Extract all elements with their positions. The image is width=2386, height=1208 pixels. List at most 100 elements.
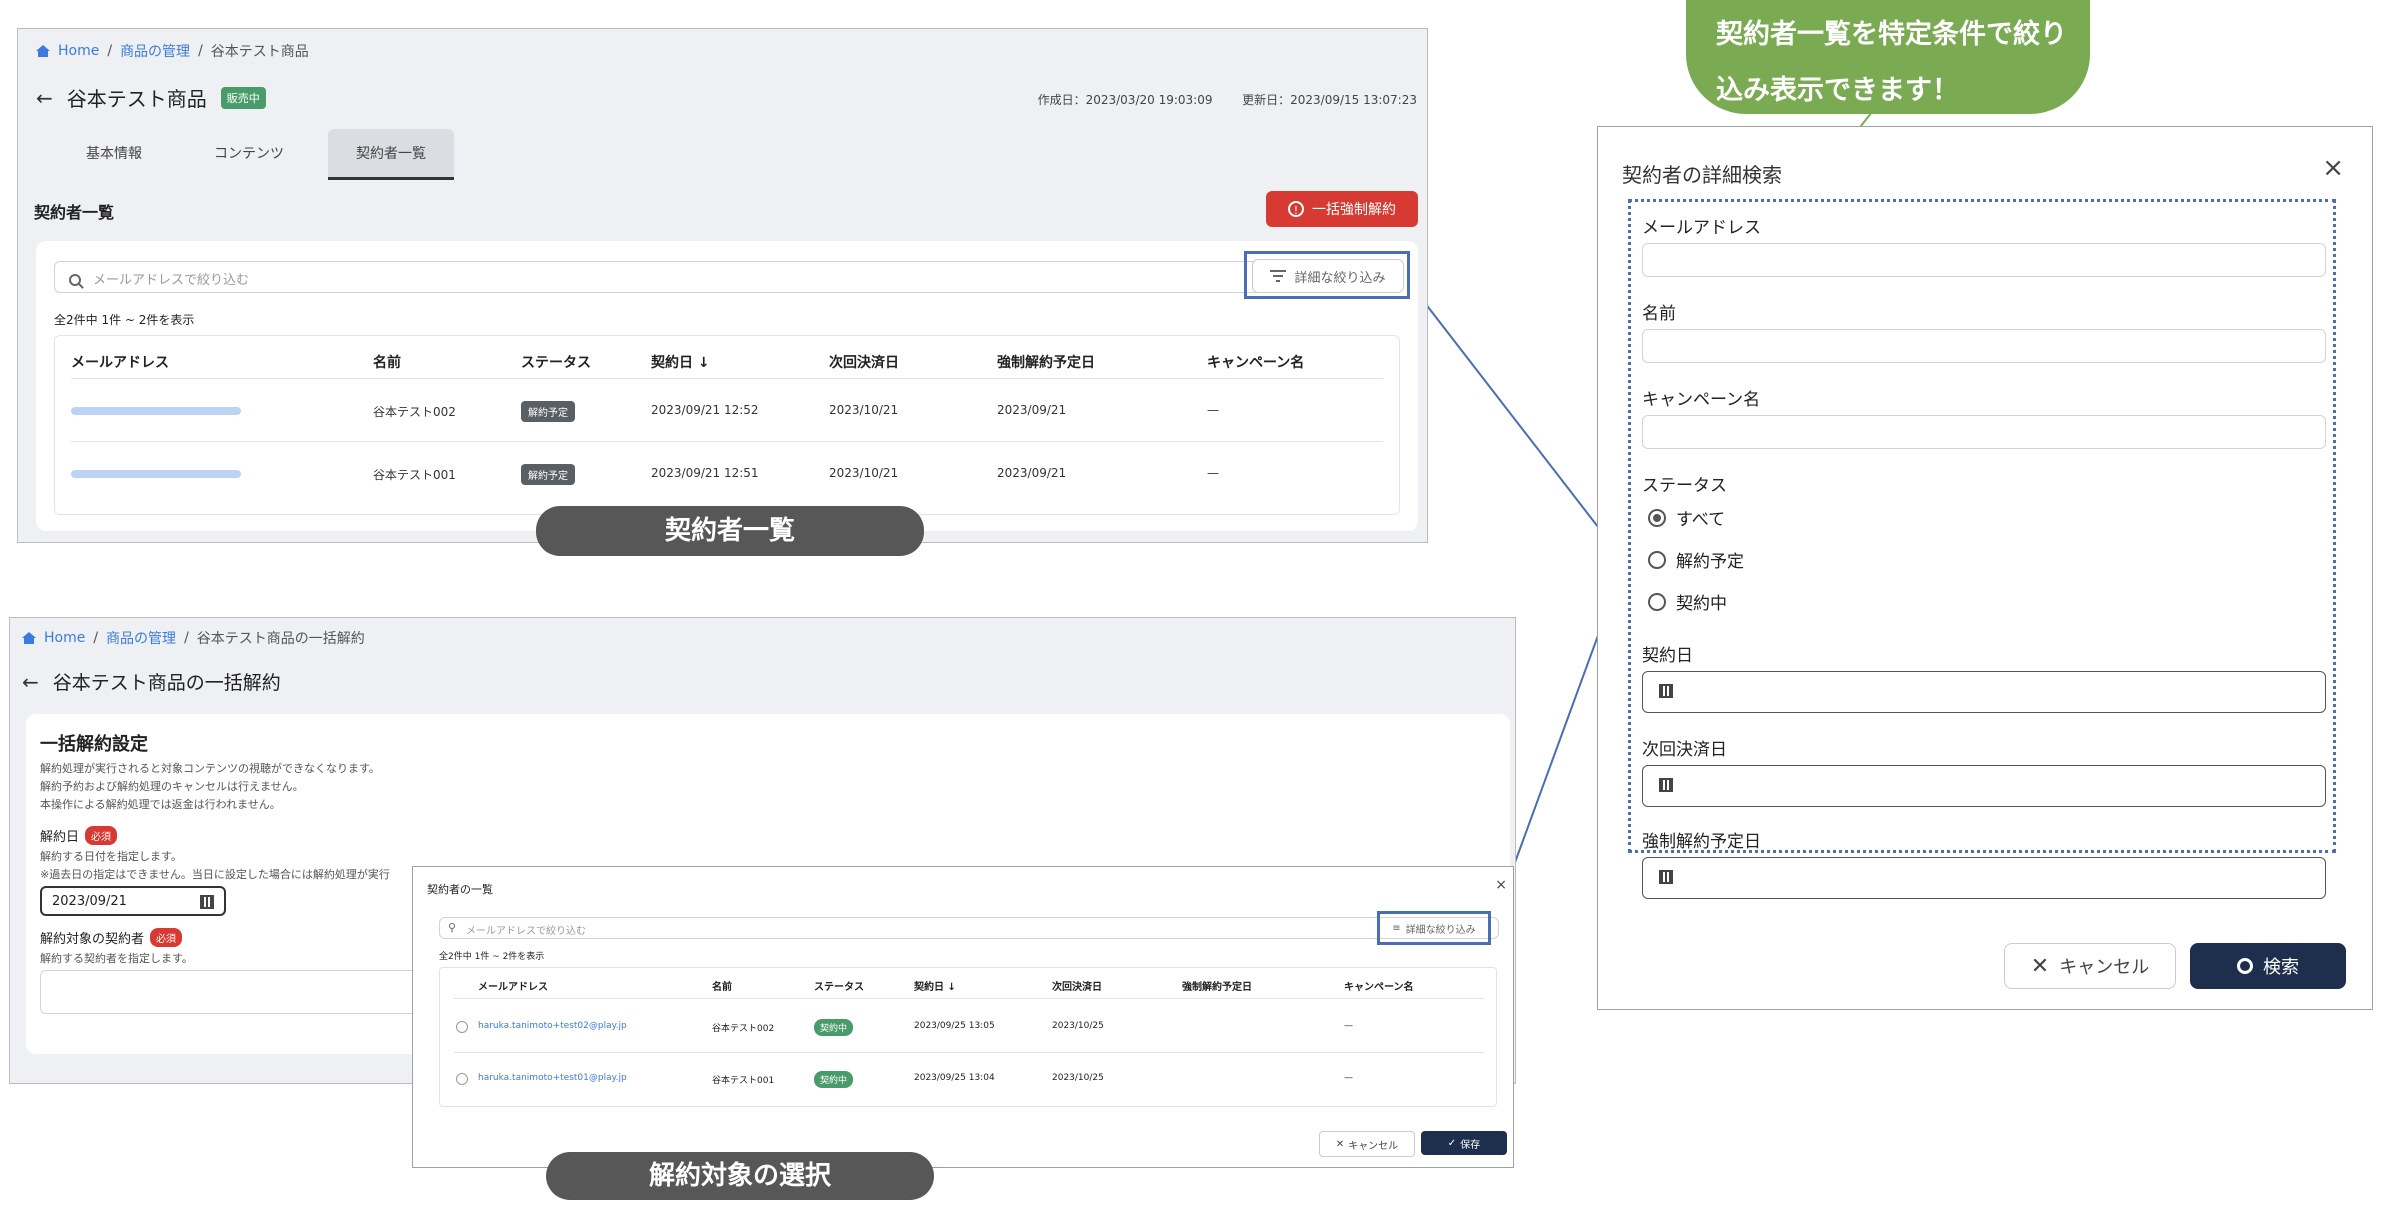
close-icon[interactable]: × xyxy=(2322,153,2344,183)
next-payment-label: 次回決済日 xyxy=(1642,740,1727,760)
result-count: 全2件中 1件 ~ 2件を表示 xyxy=(439,952,545,962)
cancel-button[interactable]: ✕ キャンセル xyxy=(1319,1131,1415,1157)
search-placeholder: メールアドレスで絞り込む xyxy=(93,273,250,288)
forced-date-field[interactable] xyxy=(1642,857,2326,899)
back-arrow-icon[interactable]: ← xyxy=(22,670,39,694)
close-icon[interactable]: × xyxy=(1495,877,1507,893)
cancel-date-input[interactable]: 2023/09/21 xyxy=(40,886,226,916)
select-table: メールアドレス 名前 ステータス 契約日 ↓ 次回決済日 強制解約予定日 キャン… xyxy=(439,967,1497,1107)
table-row[interactable]: haruka.tanimoto+test01@play.jp 谷本テスト001 … xyxy=(440,1053,1496,1105)
advanced-filter-button[interactable]: ≡ 詳細な絞り込み xyxy=(1383,917,1485,939)
col-contract-date[interactable]: 契約日 ↓ xyxy=(651,352,710,372)
save-button[interactable]: ✓ 保存 xyxy=(1421,1131,1507,1155)
tab-contractors[interactable]: 契約者一覧 xyxy=(328,129,454,180)
table-row[interactable]: 谷本テスト001 解約予定 2023/09/21 12:51 2023/10/2… xyxy=(55,442,1399,504)
row-forced-date: 2023/09/21 xyxy=(997,466,1067,480)
breadcrumb-sep: / xyxy=(93,630,99,646)
row-status-badge: 契約中 xyxy=(814,1019,854,1036)
breadcrumb: Home / 商品の管理 / 谷本テスト商品 xyxy=(36,41,309,61)
cancel-date-help: 解約する日付を指定します。 xyxy=(40,850,182,863)
cancel-button[interactable]: ✕ キャンセル xyxy=(2004,943,2176,989)
breadcrumb-products[interactable]: 商品の管理 xyxy=(120,41,190,61)
breadcrumb-home[interactable]: Home xyxy=(58,43,99,59)
status-label: ステータス xyxy=(1642,476,1727,496)
form-highlight-box xyxy=(1628,199,2336,853)
campaign-field[interactable] xyxy=(1642,415,2326,449)
target-label: 解約対象の契約者 xyxy=(40,932,145,947)
email-field[interactable] xyxy=(1642,243,2326,277)
page-header: ← 谷本テスト商品 販売中 xyxy=(36,83,266,112)
col-campaign: キャンペーン名 xyxy=(1344,982,1414,993)
breadcrumb-products[interactable]: 商品の管理 xyxy=(106,628,176,648)
search-placeholder: メールアドレスで絞り込む xyxy=(466,926,586,937)
save-label: 保存 xyxy=(1460,1139,1481,1151)
breadcrumb-home[interactable]: Home xyxy=(44,630,85,646)
tab-contents[interactable]: コンテンツ xyxy=(186,129,312,180)
dialog-title: 契約者の一覧 xyxy=(427,883,493,896)
desc-line: 本操作による解約処理では返金は行われません。 xyxy=(40,798,281,811)
row-checkbox[interactable] xyxy=(456,1073,468,1085)
row-status-badge: 解約予定 xyxy=(521,401,575,422)
cancel-label: キャンセル xyxy=(2059,957,2150,978)
row-email-link[interactable]: haruka.tanimoto+test01@play.jp xyxy=(478,1073,627,1083)
email-search-input[interactable]: メールアドレスで絞り込む xyxy=(54,261,1396,293)
advanced-filter-button[interactable]: 詳細な絞り込み xyxy=(1252,259,1404,293)
radio-icon xyxy=(1648,550,1666,569)
status-option-label: すべて xyxy=(1676,510,1726,530)
calendar-icon[interactable] xyxy=(1659,870,1673,884)
status-option-active[interactable]: 契約中 xyxy=(1648,589,1727,614)
bulk-force-cancel-button[interactable]: ! 一括強制解約 xyxy=(1266,191,1418,227)
advanced-filter-label: 詳細な絞り込み xyxy=(1294,270,1386,286)
name-field[interactable] xyxy=(1642,329,2326,363)
calendar-icon[interactable] xyxy=(200,895,214,909)
next-payment-field[interactable] xyxy=(1642,765,2326,807)
row-contract-date: 2023/09/25 13:05 xyxy=(914,1021,995,1031)
bulk-force-cancel-label: 一括強制解約 xyxy=(1312,202,1396,218)
breadcrumb-current: 谷本テスト商品 xyxy=(210,44,309,60)
table-row[interactable]: 谷本テスト002 解約予定 2023/09/21 12:52 2023/10/2… xyxy=(55,379,1399,441)
col-name: 名前 xyxy=(373,355,401,371)
contractor-table: メールアドレス 名前 ステータス 契約日 ↓ 次回決済日 強制解約予定日 キャン… xyxy=(54,335,1400,515)
target-selector[interactable] xyxy=(40,970,440,1014)
row-next-payment: 2023/10/21 xyxy=(829,403,899,417)
calendar-icon[interactable] xyxy=(1659,778,1673,792)
col-next-payment: 次回決済日 xyxy=(1052,982,1102,993)
contractor-table-card: メールアドレスで絞り込む 詳細な絞り込み 全2件中 1件 ~ 2件を表示 メール… xyxy=(36,241,1418,531)
tab-basic-info[interactable]: 基本情報 xyxy=(58,129,170,180)
row-next-payment: 2023/10/25 xyxy=(1052,1073,1104,1083)
row-next-payment: 2023/10/21 xyxy=(829,466,899,480)
email-search-input[interactable]: ⚲ メールアドレスで絞り込む xyxy=(439,917,1499,939)
breadcrumb-sep: / xyxy=(198,43,203,59)
filter-icon xyxy=(1270,270,1287,282)
calendar-icon[interactable] xyxy=(1659,684,1673,698)
timestamps: 作成日：2023/03/20 19:03:09 更新日：2023/09/15 1… xyxy=(1038,91,1417,108)
contract-date-field[interactable] xyxy=(1642,671,2326,713)
updated-date: 更新日：2023/09/15 13:07:23 xyxy=(1242,93,1417,107)
status-option-scheduled[interactable]: 解約予定 xyxy=(1648,547,1744,572)
contractor-select-dialog: 契約者の一覧 × ⚲ メールアドレスで絞り込む ≡ 詳細な絞り込み 全2件中 1… xyxy=(412,866,1514,1168)
cancel-date-label: 解約日 xyxy=(40,830,80,845)
campaign-label: キャンペーン名 xyxy=(1642,390,1761,410)
row-email-link[interactable]: haruka.tanimoto+test02@play.jp xyxy=(478,1021,627,1031)
description: 解約処理が実行されると対象コンテンツの視聴ができなくなります。 解約予約および解… xyxy=(40,760,380,814)
search-button[interactable]: 検索 xyxy=(2190,943,2346,989)
section-title: 一括解約設定 xyxy=(40,734,148,755)
table-row[interactable]: haruka.tanimoto+test02@play.jp 谷本テスト002 … xyxy=(440,999,1496,1051)
row-name: 谷本テスト001 xyxy=(373,468,456,482)
cancel-date-label-row: 解約日 必須 xyxy=(40,826,118,845)
col-email: メールアドレス xyxy=(71,355,169,371)
row-contract-date: 2023/09/25 13:04 xyxy=(914,1073,995,1083)
email-link-blurred[interactable] xyxy=(71,407,241,415)
email-link-blurred[interactable] xyxy=(71,470,241,478)
row-next-payment: 2023/10/25 xyxy=(1052,1021,1104,1031)
check-icon: ✓ xyxy=(1447,1137,1457,1149)
col-contract-date[interactable]: 契約日 ↓ xyxy=(914,978,956,993)
section-title: 契約者一覧 xyxy=(34,203,115,222)
row-campaign: — xyxy=(1207,466,1219,480)
dialog-title: 契約者の詳細検索 xyxy=(1622,163,1782,187)
back-arrow-icon[interactable]: ← xyxy=(36,86,53,110)
col-status: ステータス xyxy=(521,355,591,371)
status-option-all[interactable]: すべて xyxy=(1648,505,1725,530)
row-checkbox[interactable] xyxy=(456,1021,468,1033)
close-icon: ✕ xyxy=(1335,1138,1345,1150)
